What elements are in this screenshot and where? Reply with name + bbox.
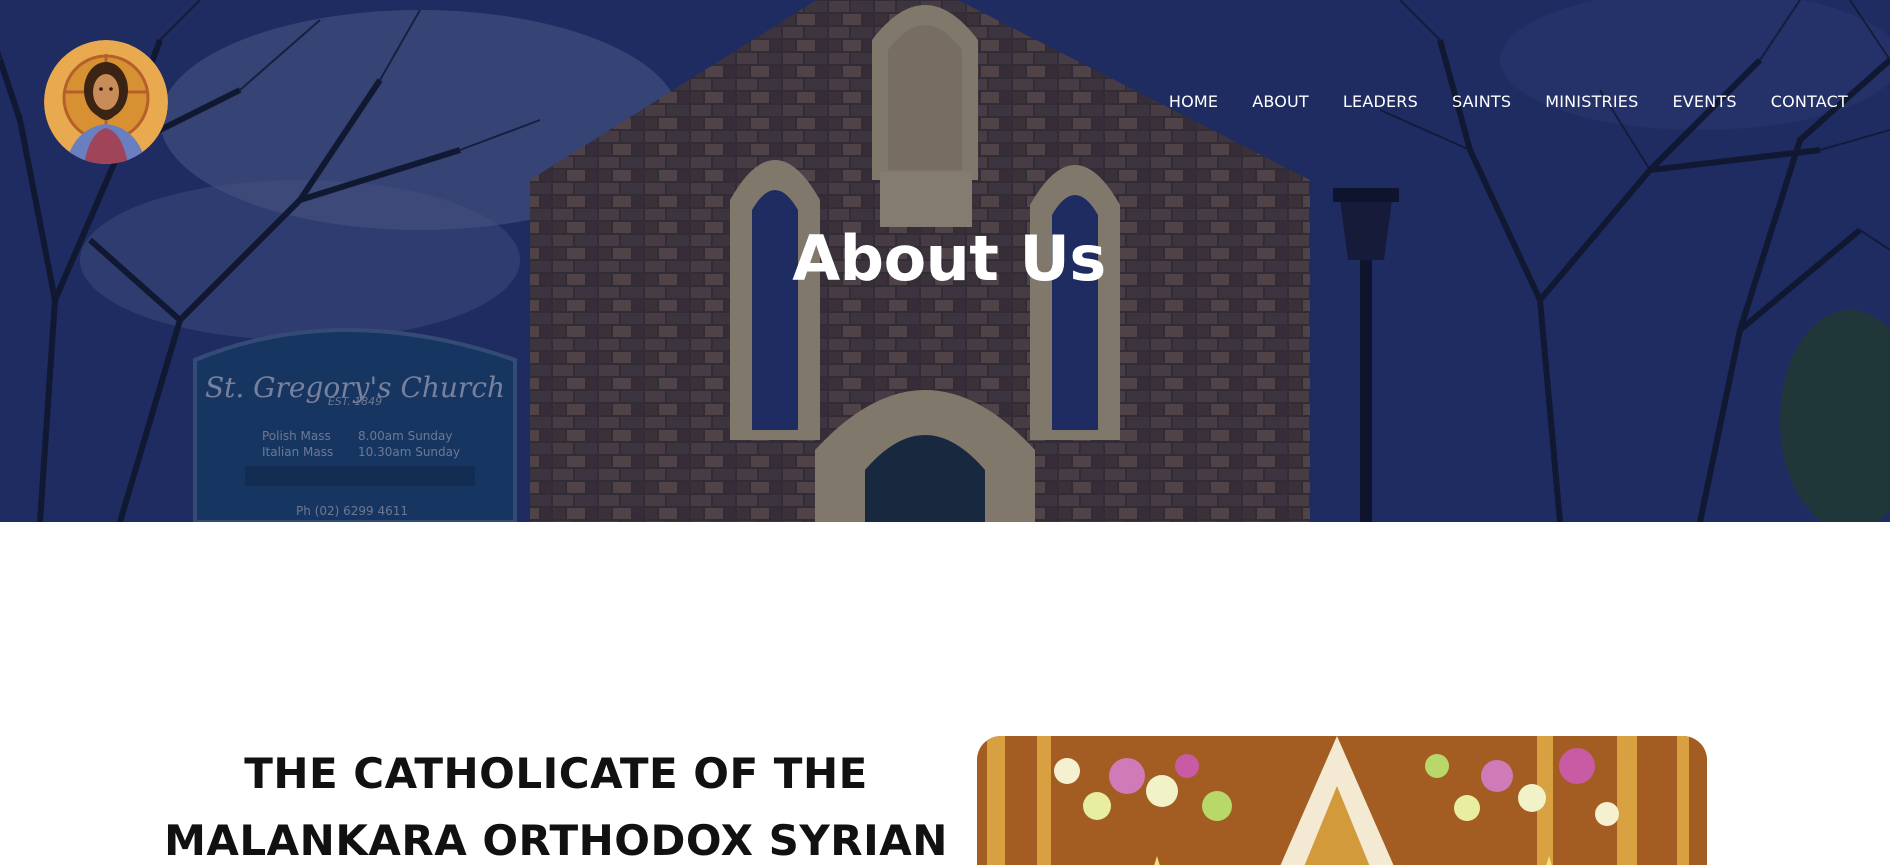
site-logo[interactable] (44, 40, 168, 164)
nav-events[interactable]: EVENTS (1655, 92, 1753, 111)
section-heading-line2: MALANKARA ORTHODOX SYRIAN (164, 816, 948, 865)
christ-icon (44, 40, 168, 164)
nav-ministries[interactable]: MINISTRIES (1528, 92, 1655, 111)
page-title: About Us (792, 222, 1106, 295)
nav-saints[interactable]: SAINTS (1435, 92, 1528, 111)
section-heading: THE CATHOLICATE OF THE MALANKARA ORTHODO… (150, 740, 962, 865)
hero-banner: St. Gregory's Church EST. 1849 Polish Ma… (0, 0, 1890, 522)
main-nav: HOME ABOUT LEADERS SAINTS MINISTRIES EVE… (1152, 92, 1848, 111)
catholicate-photo (977, 736, 1707, 865)
altar-photo-image (977, 736, 1707, 865)
section-heading-line1: THE CATHOLICATE OF THE (244, 749, 868, 798)
nav-leaders[interactable]: LEADERS (1326, 92, 1435, 111)
nav-contact[interactable]: CONTACT (1754, 92, 1848, 111)
nav-home[interactable]: HOME (1152, 92, 1235, 111)
nav-about[interactable]: ABOUT (1235, 92, 1326, 111)
